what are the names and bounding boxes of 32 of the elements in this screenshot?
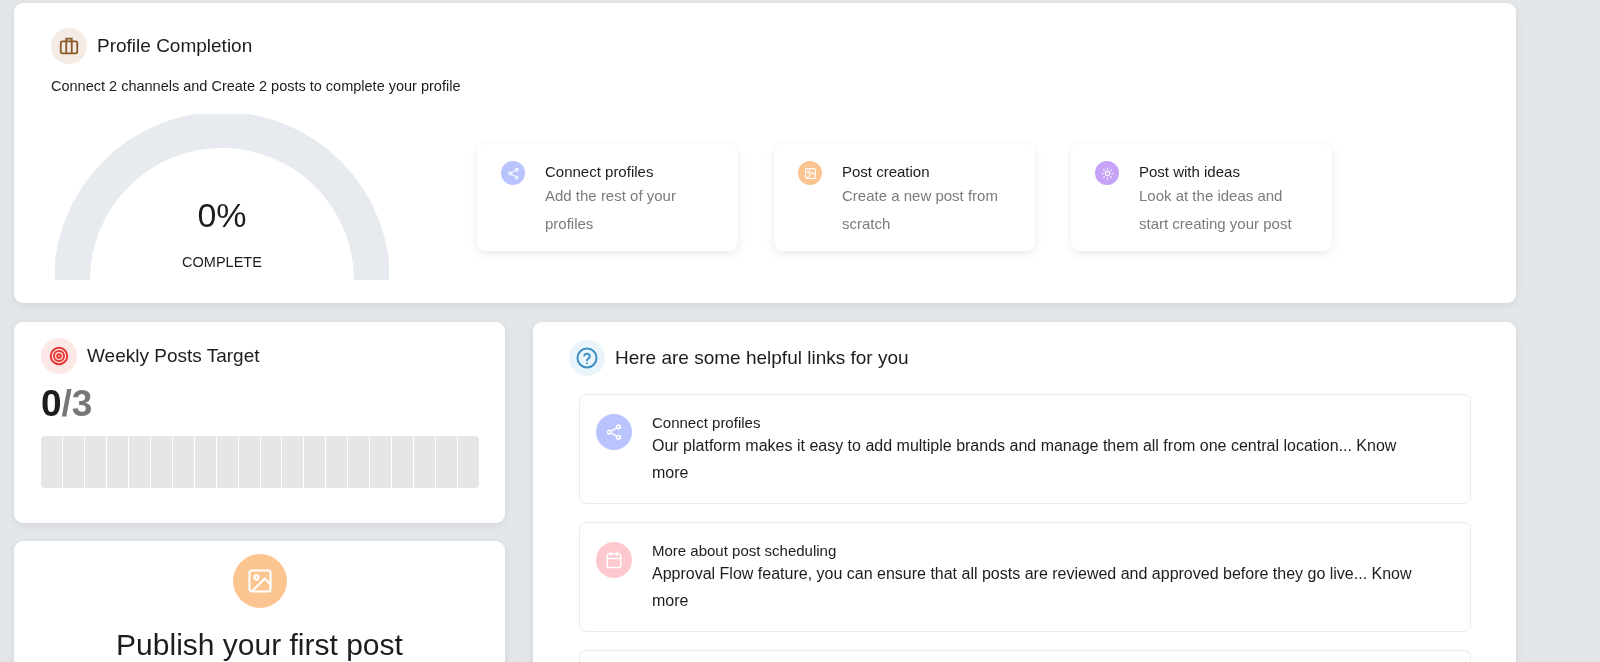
step-description: Add the rest of your profiles — [545, 186, 677, 234]
step-card[interactable]: Connect profiles Add the rest of your profiles — [477, 144, 738, 251]
link-title: Connect profiles — [652, 414, 762, 431]
gauge-label: COMPLETE — [181, 254, 263, 270]
image-icon — [803, 166, 817, 180]
card-title: Here are some helpful links for you — [615, 347, 909, 369]
help-icon — [569, 340, 605, 376]
calendar-icon — [605, 551, 623, 569]
target-icon — [41, 338, 77, 374]
card-title: Profile Completion — [97, 35, 253, 57]
share-icon — [605, 423, 623, 441]
step-title: Post with ideas — [1139, 163, 1241, 180]
post-count: 0/3 — [41, 383, 94, 425]
link-item[interactable]: Connect profiles Our platform makes it easy to add multiple brands and manage them all from one central location... Know more — [579, 394, 1471, 504]
link-description: Approval Flow feature, you can ensure that all posts are reviewed and approved before they go live... Know more — [652, 564, 1413, 611]
image-icon — [232, 554, 287, 608]
link-title: More about post scheduling — [652, 542, 838, 559]
link-description: Our platform makes it easy to add multiple brands and manage them all from one central location... Know more — [652, 436, 1398, 483]
sun-icon — [1100, 166, 1114, 180]
card-title: Weekly Posts Target — [87, 345, 260, 367]
step-card[interactable]: Post with ideas Look at the ideas and start creating your post — [1071, 144, 1332, 251]
gauge-value: 0% — [196, 196, 248, 235]
step-card[interactable]: Post creation Create a new post from scratch — [774, 144, 1035, 251]
briefcase-icon — [51, 28, 87, 64]
subtitle: Connect 2 channels and Create 2 posts to complete your profile — [51, 78, 462, 94]
step-title: Post creation — [842, 163, 931, 180]
step-description: Look at the ideas and start creating your post — [1139, 186, 1293, 234]
link-item[interactable]: More about post scheduling Approval Flow feature, you can ensure that all posts are reviewed and approved before they go live... Know more — [579, 522, 1471, 632]
share-icon — [506, 166, 520, 180]
publish-title: Publish your first post — [116, 628, 403, 662]
step-description: Create a new post from scratch — [842, 186, 999, 234]
step-title: Connect profiles — [545, 163, 655, 180]
